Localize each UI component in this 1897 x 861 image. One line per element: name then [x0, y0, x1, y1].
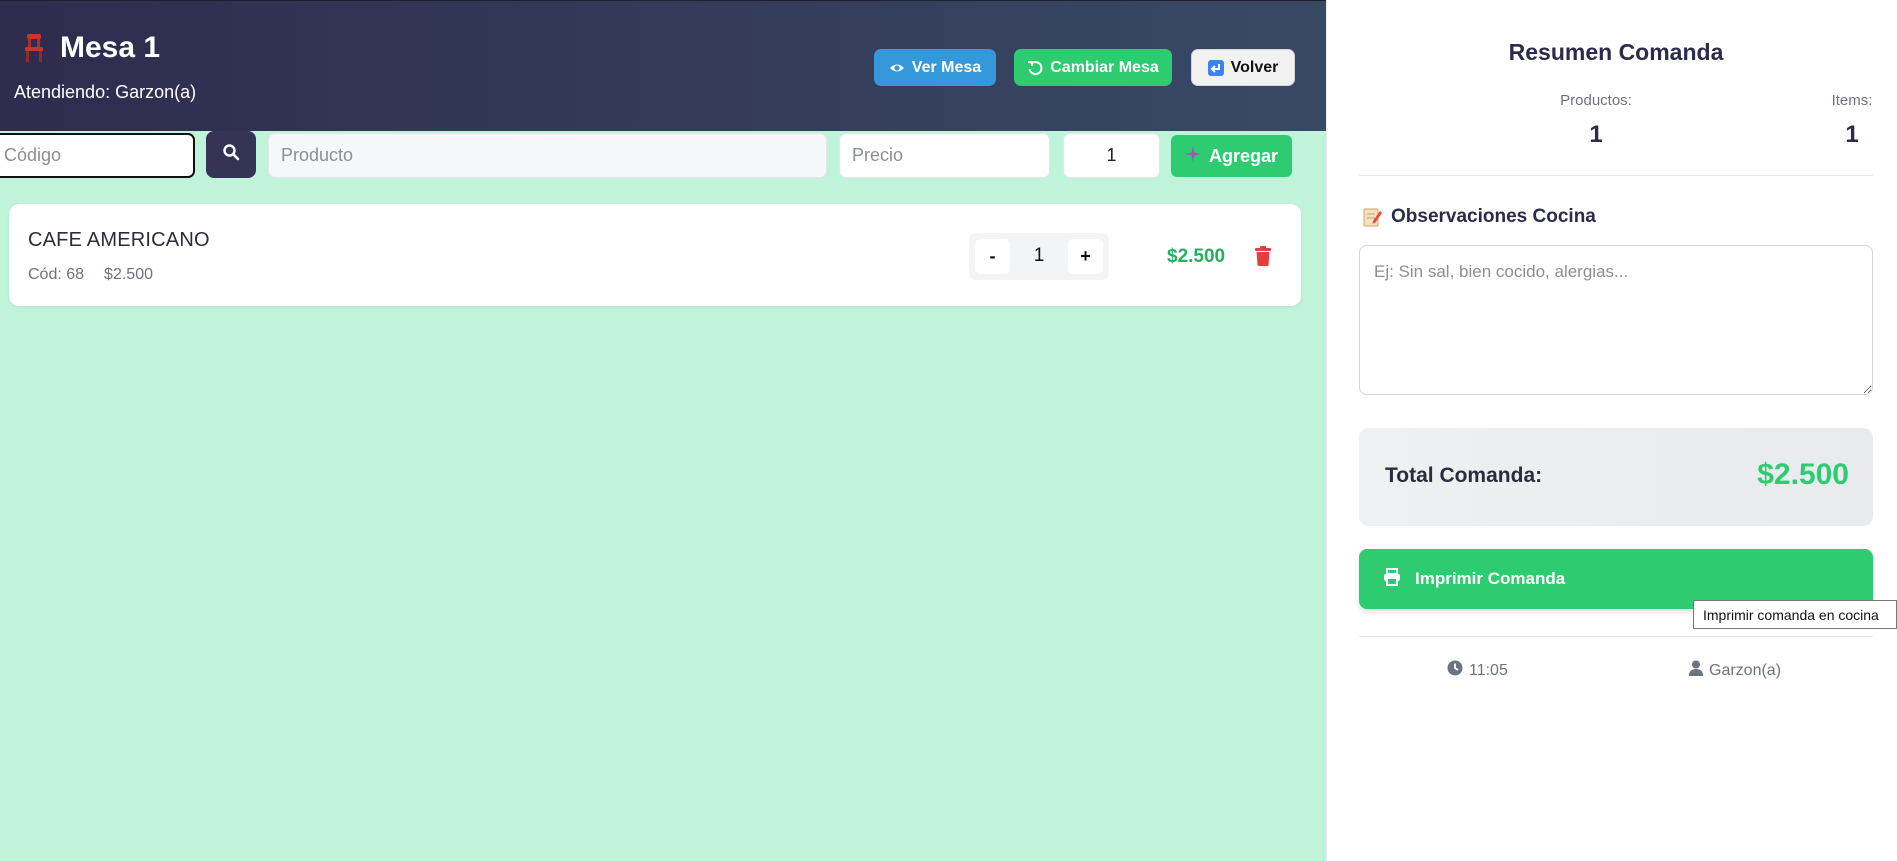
- item-code: Cód: 68: [28, 266, 85, 283]
- agregar-label: Agregar: [1208, 145, 1279, 166]
- decrease-button[interactable]: -: [975, 239, 1010, 274]
- item-total: $2.500: [1167, 246, 1226, 267]
- observaciones-label: Observaciones Cocina: [1391, 206, 1596, 227]
- items-value: 1: [1845, 121, 1859, 148]
- cambiar-mesa-label: Cambiar Mesa: [1050, 58, 1159, 76]
- user-icon: [1689, 660, 1703, 681]
- cantidad-input[interactable]: [1063, 133, 1160, 178]
- summary-panel: Resumen Comanda Productos: 1 Items: 1 Ob…: [1326, 0, 1897, 861]
- trash-icon[interactable]: [1254, 246, 1272, 266]
- divider: [1359, 636, 1873, 637]
- item-unit-price: $2.500: [104, 266, 153, 283]
- cambiar-mesa-button[interactable]: Cambiar Mesa: [1014, 49, 1172, 86]
- codigo-input[interactable]: [0, 133, 195, 178]
- clock-icon: [1447, 660, 1463, 681]
- print-tooltip: Imprimir comanda en cocina: [1693, 600, 1897, 629]
- items-stat: Items: 1: [1752, 92, 1897, 149]
- search-icon: [222, 143, 240, 166]
- ver-mesa-button[interactable]: Ver Mesa: [874, 49, 996, 86]
- total-box: Total Comanda: $2.500: [1359, 428, 1873, 526]
- agregar-button[interactable]: Agregar: [1171, 135, 1292, 177]
- list-item: CAFE AMERICANO Cód: 68 $2.500 - 1 + $2.5…: [9, 204, 1301, 306]
- imprimir-comanda-label: Imprimir Comanda: [1415, 569, 1566, 588]
- divider: [1359, 175, 1873, 176]
- search-button[interactable]: [206, 131, 256, 178]
- increase-button[interactable]: +: [1068, 239, 1103, 274]
- ver-mesa-label: Ver Mesa: [911, 58, 982, 76]
- total-label: Total Comanda:: [1385, 464, 1543, 487]
- total-value: $2.500: [1757, 458, 1849, 491]
- title-row: Mesa 1: [22, 31, 160, 65]
- volver-label: Volver: [1230, 58, 1279, 76]
- return-icon: [1207, 59, 1224, 76]
- sparkle-plus-icon: [1184, 145, 1201, 167]
- quantity-value: 1: [1033, 245, 1045, 266]
- chair-icon: [22, 33, 46, 63]
- header: Mesa 1 Atendiendo: Garzon(a) Ver Mesa Ca…: [0, 0, 1326, 131]
- eye-icon: [889, 60, 905, 76]
- item-name: CAFE AMERICANO: [28, 229, 210, 251]
- productos-value: 1: [1589, 121, 1603, 148]
- volver-button[interactable]: Volver: [1191, 49, 1295, 86]
- printer-icon: [1383, 567, 1401, 591]
- items-label: Items:: [1831, 92, 1873, 109]
- precio-input[interactable]: [839, 133, 1050, 178]
- productos-stat: Productos: 1: [1496, 92, 1696, 149]
- memo-icon: [1363, 206, 1383, 228]
- item-meta: Cód: 68 $2.500: [28, 266, 153, 284]
- summary-title: Resumen Comanda: [1508, 39, 1724, 65]
- page-title: Mesa 1: [60, 31, 161, 64]
- time-value: 11:05: [1469, 661, 1508, 679]
- attending-label: Atendiendo: Garzon(a): [14, 82, 197, 102]
- observaciones-field[interactable]: [1359, 245, 1873, 395]
- time-display: 11:05: [1447, 660, 1508, 681]
- undo-icon: [1027, 60, 1043, 76]
- observaciones-title: Observaciones Cocina: [1363, 206, 1596, 228]
- producto-input[interactable]: [268, 133, 827, 178]
- user-display: Garzon(a): [1689, 660, 1781, 681]
- main-area: Mesa 1 Atendiendo: Garzon(a) Ver Mesa Ca…: [0, 0, 1326, 861]
- user-value: Garzon(a): [1709, 661, 1782, 679]
- productos-label: Productos:: [1560, 92, 1632, 109]
- quantity-stepper: - 1 +: [969, 233, 1109, 280]
